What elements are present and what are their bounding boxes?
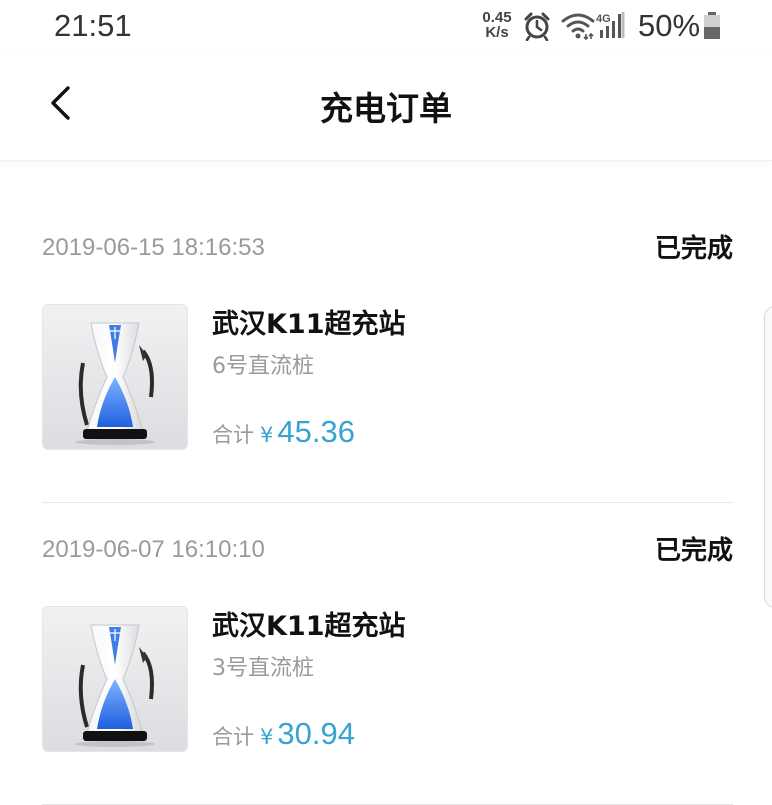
status-time: 21:51: [54, 8, 132, 43]
station-name: 武汉K11超充站: [212, 309, 406, 340]
page-title: 充电订单: [320, 89, 452, 128]
scroll-edge-handle[interactable]: [764, 306, 772, 608]
currency-symbol: ¥: [260, 725, 274, 749]
order-datetime: 2019-06-07 16:10:10: [42, 536, 265, 563]
network-speed: 0.45 K/s: [478, 10, 516, 40]
order-total: 合计 ¥45.36: [212, 414, 355, 454]
network-speed-unit: K/s: [485, 24, 509, 41]
total-label: 合计: [212, 725, 254, 749]
order-card[interactable]: 2019-06-15 18:16:53 已完成 武汉K11超充站 6号直流桩 合…: [42, 202, 733, 503]
order-total: 合计 ¥30.94: [212, 716, 355, 756]
order-status: 已完成: [654, 536, 733, 566]
order-datetime: 2019-06-15 18:16:53: [42, 234, 265, 261]
charging-pile-name: 6号直流桩: [212, 354, 314, 379]
cellular-signal-icon: 4G: [596, 12, 625, 38]
charging-pile-image: [42, 304, 188, 450]
total-amount: 45.36: [277, 414, 355, 449]
charging-pile-name: 3号直流桩: [212, 656, 314, 681]
station-name: 武汉K11超充站: [212, 611, 406, 642]
navigation-bar: 充电订单: [0, 56, 772, 161]
currency-symbol: ¥: [260, 423, 274, 447]
total-amount: 30.94: [277, 716, 355, 751]
total-label: 合计: [212, 423, 254, 447]
network-type-label: 4G: [596, 13, 611, 25]
battery-percent: 50%: [638, 8, 701, 43]
network-speed-value: 0.45: [482, 9, 512, 26]
wifi-icon: [561, 13, 595, 40]
order-card[interactable]: 2019-06-07 16:10:10 已完成 武汉K11超充站 3号直流桩 合…: [42, 504, 733, 805]
status-bar: 21:51 0.45 K/s 4G 50%: [0, 0, 772, 56]
charging-pile-image: [42, 606, 188, 752]
alarm-clock-icon: [524, 12, 550, 41]
order-status: 已完成: [654, 234, 733, 264]
battery-icon: [704, 12, 720, 39]
